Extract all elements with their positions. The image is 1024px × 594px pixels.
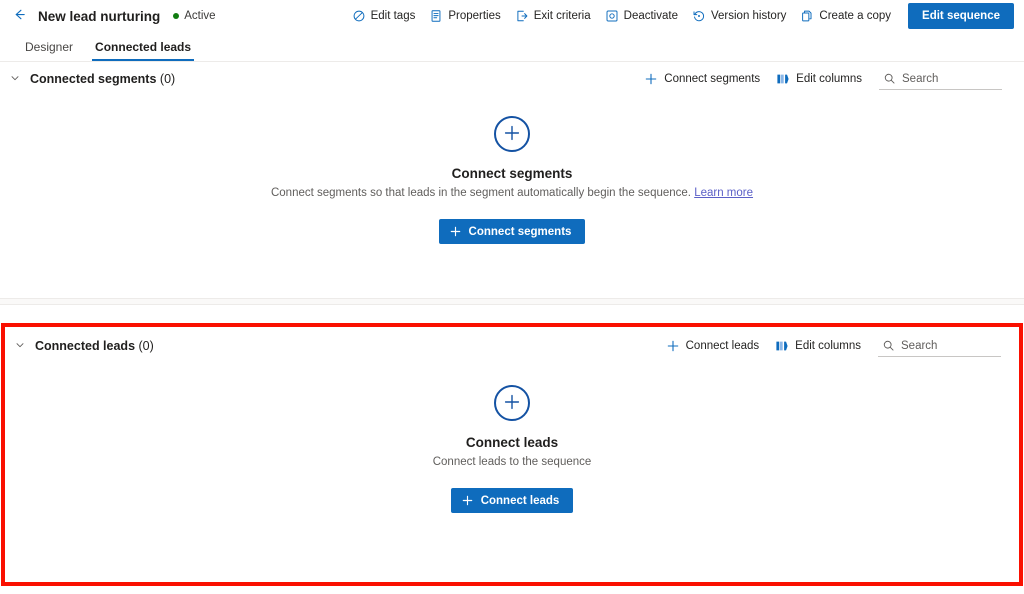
connected-leads-actions: Connect leads Edit columns <box>659 335 1001 357</box>
command-bar: New lead nurturing Active Edit tags Prop… <box>0 0 1024 32</box>
connect-leads-empty-description: Connect leads to the sequence <box>432 456 592 468</box>
tag-icon <box>352 9 366 23</box>
create-a-copy-label: Create a copy <box>819 10 892 22</box>
connected-segments-header: Connected segments (0) Connect segments <box>0 62 1024 96</box>
properties-label: Properties <box>448 10 501 22</box>
connect-leads-command-label: Connect leads <box>685 340 760 352</box>
tab-designer[interactable]: Designer <box>14 32 84 61</box>
segments-search-box[interactable] <box>879 68 1002 90</box>
leads-search-input[interactable] <box>901 339 999 352</box>
tab-connected-leads[interactable]: Connected leads <box>84 32 202 61</box>
plus-circle-icon <box>502 392 522 415</box>
connect-leads-empty-title: Connect leads <box>465 435 559 450</box>
leads-search-box[interactable] <box>878 335 1001 357</box>
edit-columns-segments-label: Edit columns <box>796 73 862 85</box>
learn-more-link[interactable]: Learn more <box>694 187 753 199</box>
exit-icon <box>515 9 529 23</box>
connected-segments-actions: Connect segments Edit columns <box>637 68 1002 90</box>
connected-segments-collapse-toggle[interactable] <box>6 70 24 88</box>
deactivate-button[interactable]: Deactivate <box>598 5 685 27</box>
version-history-button[interactable]: Version history <box>685 5 793 27</box>
connect-leads-command[interactable]: Connect leads <box>659 335 767 357</box>
connected-leads-section: Connected leads (0) Connect leads Edit c… <box>5 327 1019 582</box>
command-bar-actions: Edit tags Properties Exit criteria Deact… <box>345 3 1014 29</box>
connected-segments-empty-state: Connect segments Connect segments so tha… <box>0 116 1024 244</box>
connected-segments-count: (0) <box>159 72 176 86</box>
tab-designer-label: Designer <box>25 39 74 54</box>
edit-sequence-button[interactable]: Edit sequence <box>908 3 1014 29</box>
chevron-down-icon <box>14 339 26 354</box>
chevron-down-icon <box>9 72 21 87</box>
version-history-label: Version history <box>710 10 787 22</box>
connected-leads-header: Connected leads (0) Connect leads Edit c… <box>5 327 1019 365</box>
properties-button[interactable]: Properties <box>422 5 507 27</box>
status-badge: Active <box>173 10 216 22</box>
connect-leads-plus-circle-button[interactable] <box>494 385 530 421</box>
search-icon <box>883 72 896 85</box>
plus-icon <box>666 339 680 353</box>
edit-columns-segments-command[interactable]: Edit columns <box>769 68 869 90</box>
copy-icon <box>800 9 814 23</box>
deactivate-icon <box>605 9 619 23</box>
connected-leads-collapse-toggle[interactable] <box>11 337 29 355</box>
connected-segments-title: Connected segments (0) <box>30 72 175 86</box>
edit-columns-leads-label: Edit columns <box>795 340 861 352</box>
edit-columns-icon <box>776 72 790 86</box>
connect-segments-empty-description-text: Connect segments so that leads in the se… <box>270 187 691 199</box>
status-dot-icon <box>173 13 180 19</box>
connected-segments-section: Connected segments (0) Connect segments <box>0 62 1024 298</box>
edit-columns-icon <box>775 339 789 353</box>
edit-tags-button[interactable]: Edit tags <box>345 5 423 27</box>
connect-segments-empty-description: Connect segments so that leads in the se… <box>271 187 753 199</box>
deactivate-label: Deactivate <box>623 10 678 22</box>
exit-criteria-button[interactable]: Exit criteria <box>508 5 598 27</box>
connect-segments-command[interactable]: Connect segments <box>637 68 767 90</box>
plus-circle-icon <box>502 123 522 146</box>
connect-segments-empty-title: Connect segments <box>451 166 573 181</box>
history-icon <box>692 9 706 23</box>
exit-criteria-label: Exit criteria <box>533 10 591 22</box>
page-title: New lead nurturing <box>38 8 161 24</box>
search-icon <box>882 339 895 352</box>
tab-strip: Designer Connected leads <box>0 32 1024 62</box>
edit-columns-leads-command[interactable]: Edit columns <box>768 335 868 357</box>
connected-leads-count: (0) <box>138 339 154 353</box>
connected-leads-title: Connected leads (0) <box>35 339 154 353</box>
section-divider <box>0 298 1024 305</box>
connect-leads-primary-button-label: Connect leads <box>480 494 560 507</box>
connected-segments-title-text: Connected segments <box>30 72 157 86</box>
connect-segments-command-label: Connect segments <box>664 73 761 85</box>
document-properties-icon <box>429 9 443 23</box>
connect-segments-plus-circle-button[interactable] <box>494 116 530 152</box>
tab-connected-leads-label: Connected leads <box>95 39 192 54</box>
segments-search-input[interactable] <box>902 72 1000 85</box>
edit-tags-label: Edit tags <box>370 10 416 22</box>
status-label: Active <box>184 10 216 22</box>
back-button[interactable] <box>8 5 30 27</box>
connect-segments-primary-button[interactable]: Connect segments <box>438 219 586 244</box>
connect-leads-primary-button[interactable]: Connect leads <box>450 488 574 513</box>
connect-segments-primary-button-label: Connect segments <box>468 225 572 238</box>
connected-leads-title-text: Connected leads <box>35 339 136 353</box>
connected-leads-empty-state: Connect leads Connect leads to the seque… <box>5 385 1019 513</box>
connected-leads-highlight-box: Connected leads (0) Connect leads Edit c… <box>1 323 1023 586</box>
plus-icon <box>461 494 474 507</box>
plus-icon <box>449 225 462 238</box>
arrow-left-icon <box>12 7 27 25</box>
create-a-copy-button[interactable]: Create a copy <box>793 5 898 27</box>
plus-icon <box>644 72 658 86</box>
